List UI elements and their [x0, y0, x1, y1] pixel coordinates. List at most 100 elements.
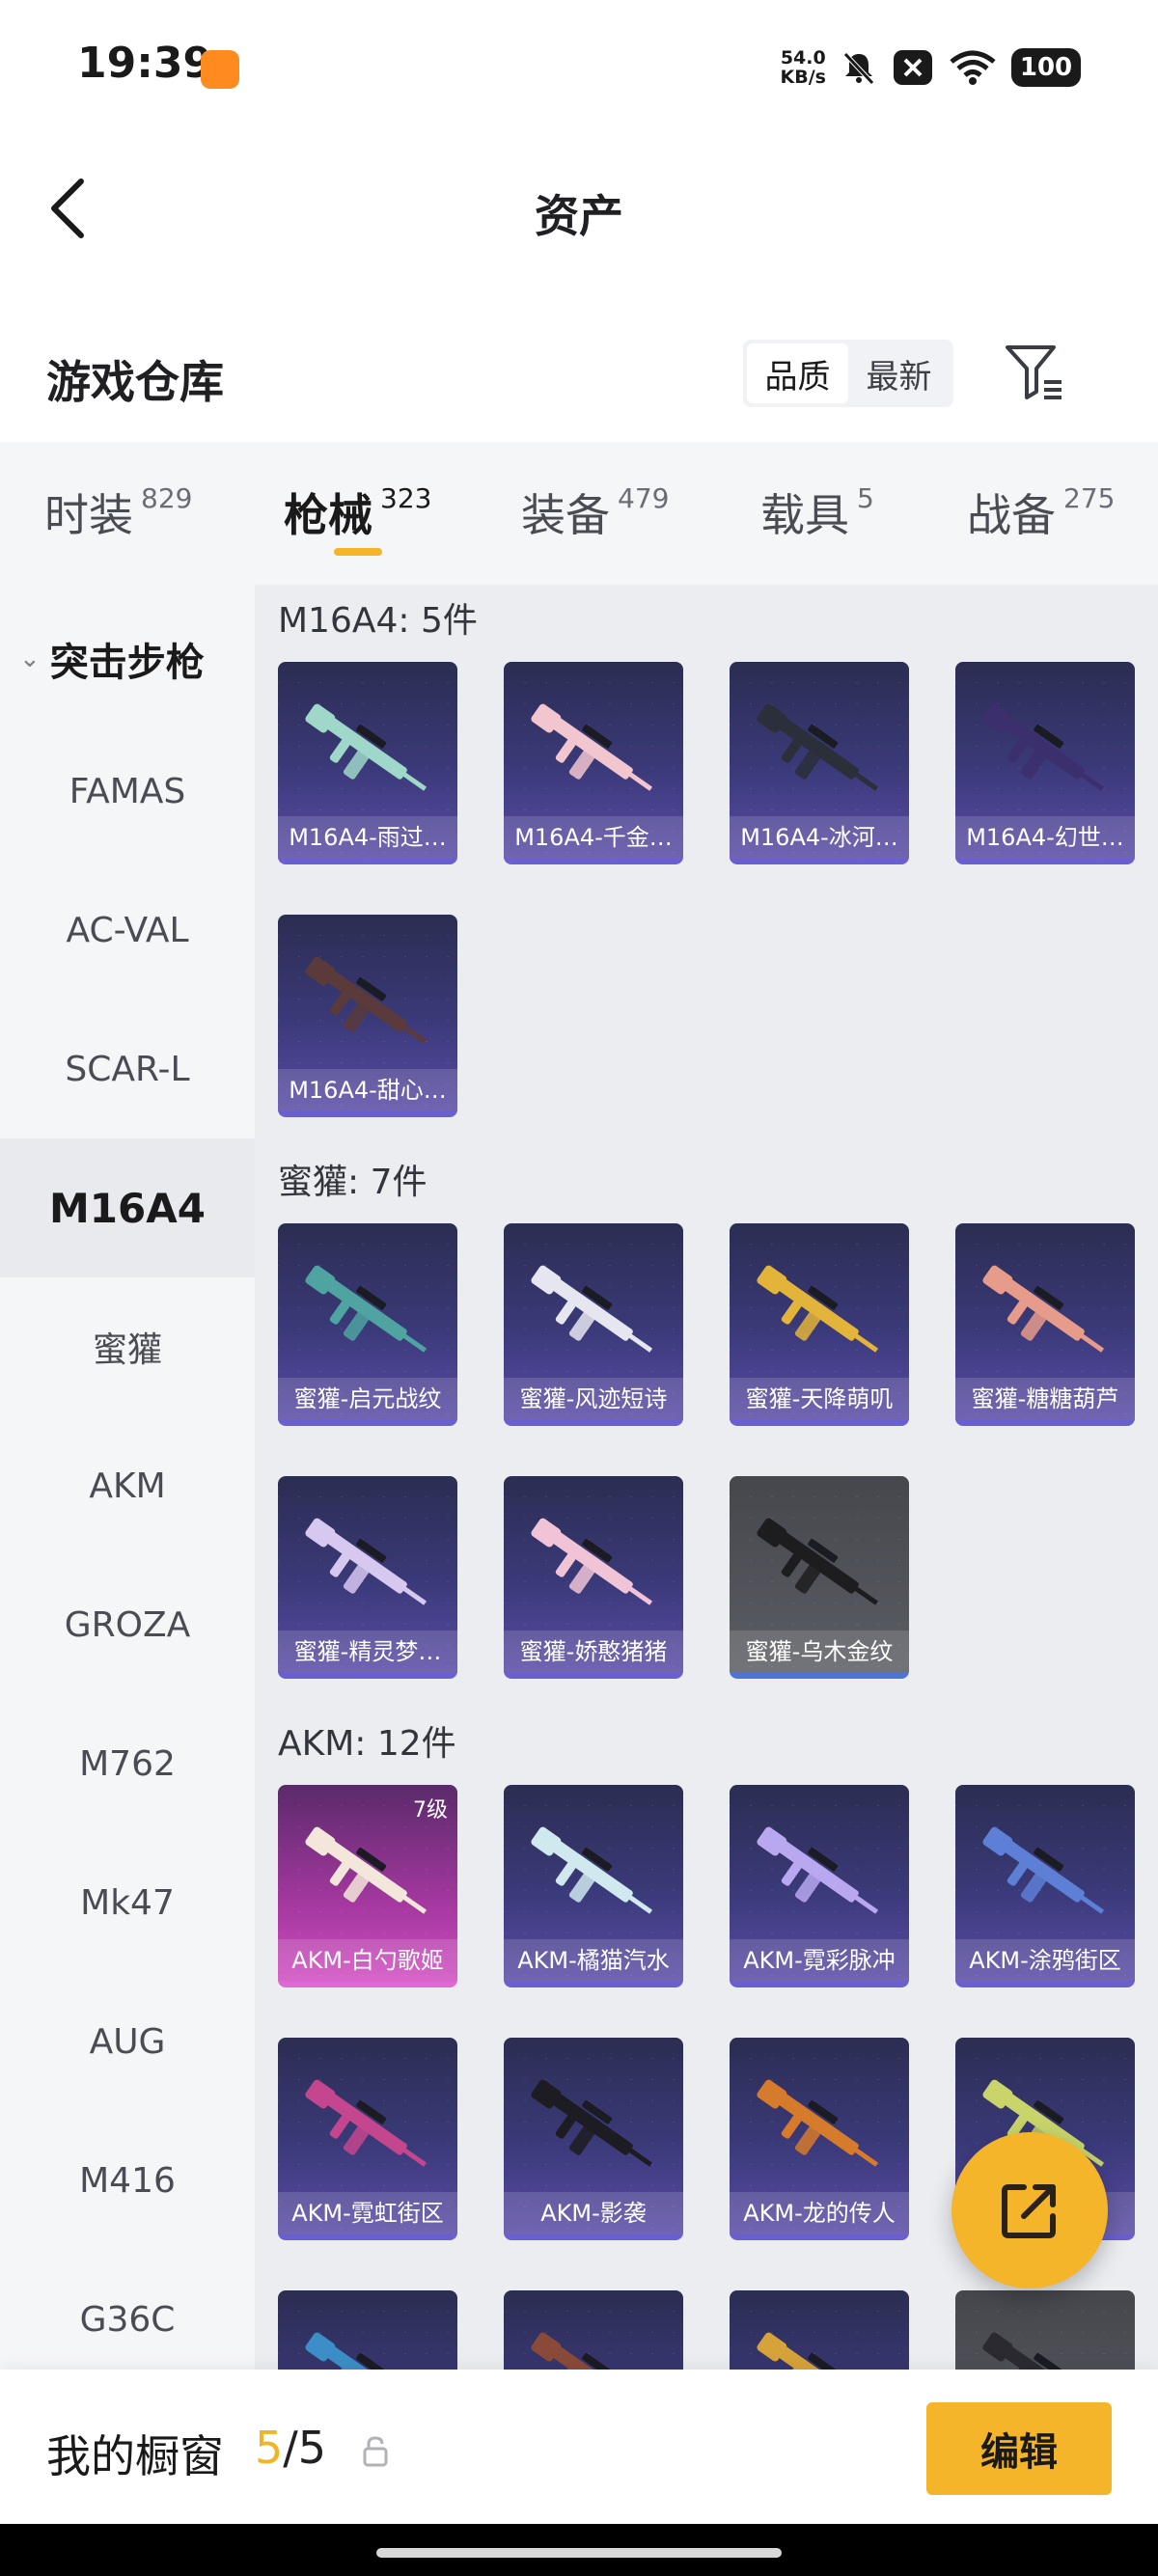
rifle-icon — [757, 2332, 859, 2370]
weapon-name: AKM-白勺歌姬 — [278, 1939, 457, 1982]
weapon-card[interactable]: M16A4-冰河… — [730, 662, 909, 864]
weapon-card[interactable]: 蜜獾-娇憨猪猪 — [504, 1476, 683, 1679]
weapon-name: AKM-影袭 — [504, 2192, 683, 2234]
net-speed-unit: KB/s — [780, 67, 826, 88]
weapon-name: M16A4-千金… — [504, 816, 683, 859]
rifle-icon — [982, 703, 1105, 791]
category-tabs: 时装 829 枪械 323 装备 479 载具 5 战备 275 — [0, 442, 1158, 585]
filter-button[interactable] — [1000, 338, 1067, 405]
warehouse-title: 游戏仓库 — [46, 356, 224, 408]
status-time: 19:39 — [77, 39, 213, 88]
group-header: AKM: 12件 — [278, 1724, 456, 1764]
sidebar-item[interactable]: AUG — [0, 1972, 255, 2111]
weapon-name: 蜜獾-精灵梦… — [278, 1631, 457, 1673]
group-header: M16A4: 5件 — [278, 601, 478, 641]
weapon-card[interactable] — [730, 2290, 909, 2370]
weapon-card[interactable] — [955, 2290, 1135, 2370]
active-tab-indicator — [334, 548, 382, 556]
sidebar-item[interactable]: GROZA — [0, 1555, 255, 1694]
weapon-name: 蜜獾-启元战纹 — [278, 1378, 457, 1420]
rifle-icon — [531, 2332, 633, 2370]
wifi-icon — [950, 50, 996, 85]
weapon-name: M16A4-冰河… — [730, 816, 909, 859]
weapon-card[interactable]: AKM-霓虹街区 — [278, 2038, 457, 2240]
chevron-down-icon: ⌄ — [19, 644, 41, 673]
weapon-name: AKM-涂鸦街区 — [955, 1939, 1135, 1982]
tab-supplies[interactable]: 战备 275 — [967, 480, 1115, 544]
weapon-card[interactable]: AKM-霓彩脉冲 — [730, 1785, 909, 1987]
tab-label: 载具 — [760, 489, 849, 541]
rifle-icon — [757, 703, 879, 791]
sidebar-item[interactable]: M762 — [0, 1694, 255, 1833]
close-box-icon — [894, 50, 932, 85]
weapon-card[interactable]: 7级 AKM-白勺歌姬 — [278, 1785, 457, 1987]
weapon-card[interactable] — [504, 2290, 683, 2370]
weapon-card[interactable]: M16A4-千金… — [504, 662, 683, 864]
weapon-card[interactable]: 蜜獾-糖糖葫芦 — [955, 1223, 1135, 1426]
sidebar-item[interactable]: 蜜獾 — [0, 1277, 255, 1416]
showcase-label: 我的橱窗 — [46, 2430, 224, 2482]
tab-label: 时装 — [44, 489, 133, 541]
weapon-name: AKM-龙的传人 — [730, 2192, 909, 2234]
weapon-card[interactable]: AKM-龙的传人 — [730, 2038, 909, 2240]
rifle-icon — [982, 1265, 1105, 1353]
weapon-card[interactable]: 蜜獾-风迹短诗 — [504, 1223, 683, 1426]
sidebar-item[interactable]: SCAR-L — [0, 1000, 255, 1138]
weapon-name: M16A4-雨过… — [278, 816, 457, 859]
showcase-sep: / — [283, 2422, 298, 2474]
group-header: 蜜獾: 7件 — [278, 1163, 427, 1202]
tab-equipment[interactable]: 装备 479 — [521, 480, 669, 544]
weapon-card[interactable]: M16A4-雨过… — [278, 662, 457, 864]
sort-quality-option[interactable]: 品质 — [747, 343, 848, 403]
weapon-card[interactable]: 蜜獾-启元战纹 — [278, 1223, 457, 1426]
tab-count: 275 — [1063, 482, 1116, 514]
rifle-icon — [531, 1826, 653, 1914]
weapon-name: 蜜獾-娇憨猪猪 — [504, 1631, 683, 1673]
rifle-icon — [757, 1826, 879, 1914]
status-indicators: 54.0 KB/s 100 — [781, 42, 1081, 93]
level-badge: 7级 — [413, 1798, 448, 1822]
tab-count: 323 — [380, 482, 432, 514]
rifle-icon — [531, 2079, 653, 2167]
rifle-icon — [305, 1826, 427, 1914]
share-out-icon — [1002, 2184, 1056, 2238]
sidebar-item[interactable]: AKM — [0, 1416, 255, 1555]
sidebar-item[interactable]: M16A4 — [0, 1138, 255, 1277]
rifle-icon — [531, 1265, 653, 1353]
app-notification-icon — [201, 50, 239, 89]
sidebar-item[interactable]: FAMAS — [0, 722, 255, 861]
tab-firearms[interactable]: 枪械 323 — [284, 480, 431, 544]
tab-vehicles[interactable]: 载具 5 — [760, 480, 874, 544]
weapon-name: AKM-霓虹街区 — [278, 2192, 457, 2234]
weapon-card[interactable]: M16A4-甜心… — [278, 915, 457, 1117]
weapon-name: 蜜獾-天降萌叽 — [730, 1378, 909, 1420]
tab-fashion[interactable]: 时装 829 — [44, 480, 192, 544]
rifle-icon — [305, 2332, 407, 2370]
weapon-card[interactable]: AKM-影袭 — [504, 2038, 683, 2240]
weapon-card[interactable]: 蜜獾-精灵梦… — [278, 1476, 457, 1679]
rifle-icon — [305, 1518, 427, 1605]
sidebar-item[interactable]: G36C — [0, 2250, 255, 2389]
edit-button[interactable]: 编辑 — [926, 2402, 1112, 2495]
sidebar-item[interactable]: M416 — [0, 2111, 255, 2250]
showcase-count: 5/5 — [255, 2422, 326, 2474]
rifle-icon — [982, 2332, 1085, 2370]
rifle-icon — [531, 1518, 653, 1605]
home-indicator[interactable] — [376, 2548, 782, 2558]
weapon-name: 蜜獾-糖糖葫芦 — [955, 1378, 1135, 1420]
weapon-card[interactable]: AKM-橘猫汽水 — [504, 1785, 683, 1987]
weapon-name: M16A4-甜心… — [278, 1069, 457, 1111]
weapon-card[interactable]: 蜜獾-天降萌叽 — [730, 1223, 909, 1426]
sidebar-item[interactable]: AC-VAL — [0, 861, 255, 1000]
weapon-card[interactable]: 蜜獾-乌木金纹 — [730, 1476, 909, 1679]
weapon-card[interactable] — [278, 2290, 457, 2370]
share-button[interactable] — [951, 2132, 1108, 2288]
weapon-card[interactable]: AKM-涂鸦街区 — [955, 1785, 1135, 1987]
showcase-bar: 我的橱窗 5/5 编辑 — [0, 2370, 1158, 2524]
sort-newest-option[interactable]: 最新 — [848, 343, 950, 403]
weapon-card[interactable]: M16A4-幻世… — [955, 662, 1135, 864]
tab-count: 479 — [618, 482, 670, 514]
battery-icon: 100 — [1011, 48, 1081, 87]
sidebar-item[interactable]: Mk47 — [0, 1833, 255, 1972]
sidebar-group-assault-rifles[interactable]: ⌄ 突击步枪 — [0, 616, 255, 702]
